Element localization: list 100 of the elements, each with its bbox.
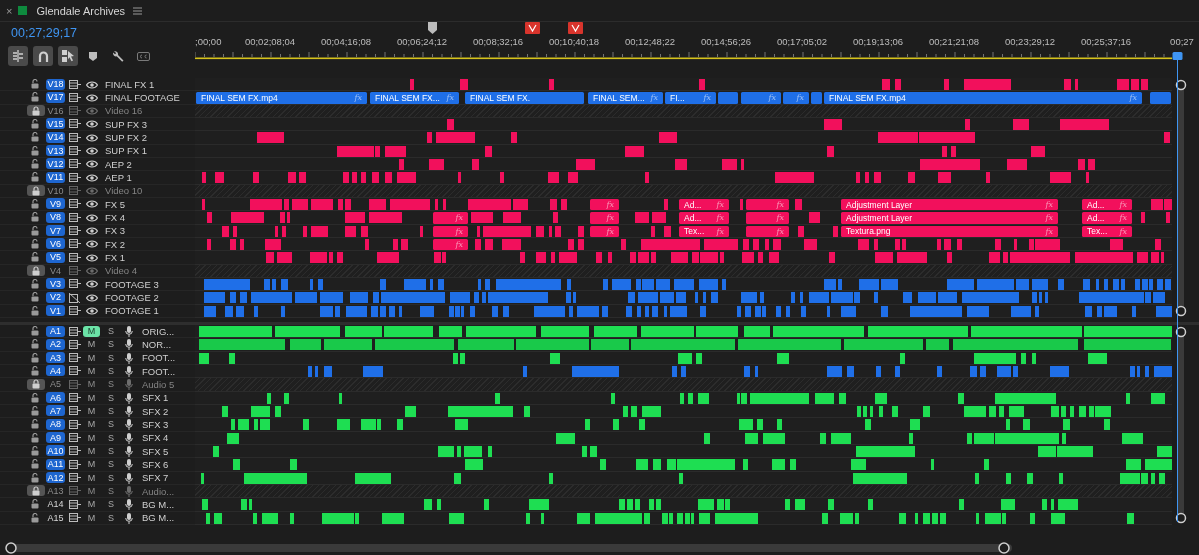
clip[interactable]: FINAL SEM FX. [465, 92, 584, 104]
track-target-button[interactable]: A8 [46, 418, 65, 430]
mute-button[interactable]: M [83, 338, 100, 350]
playhead-timecode[interactable]: 00;27;29;17 [0, 22, 195, 41]
track-output-icon[interactable] [69, 513, 81, 523]
track-output-icon[interactable] [69, 226, 81, 236]
clip[interactable]: FI... fx [665, 92, 716, 104]
lock-button[interactable] [27, 105, 45, 117]
microphone-icon[interactable] [125, 366, 133, 377]
toolbar-button[interactable] [58, 46, 78, 66]
track-output-icon[interactable] [69, 486, 81, 496]
track-output-icon[interactable] [69, 159, 81, 169]
track-output-icon[interactable] [69, 459, 81, 469]
track-target-button[interactable]: V4 [46, 265, 65, 277]
track-output-icon[interactable] [69, 146, 81, 156]
solo-button[interactable]: S [108, 512, 114, 523]
microphone-icon[interactable] [125, 339, 133, 351]
track-output-icon[interactable] [69, 393, 81, 403]
lock-icon[interactable] [31, 445, 39, 456]
track-target-button[interactable]: V10 [46, 185, 65, 197]
lock-icon[interactable] [31, 326, 39, 336]
lock-icon[interactable] [31, 79, 39, 89]
lock-icon[interactable] [31, 225, 39, 236]
lock-button[interactable] [27, 265, 45, 277]
track-output-icon[interactable] [69, 92, 81, 102]
marker-icon[interactable] [525, 22, 540, 34]
eye-icon[interactable] [86, 227, 98, 236]
solo-button[interactable]: S [108, 352, 114, 363]
eye-icon[interactable] [86, 200, 98, 209]
track-target-button[interactable]: V12 [46, 158, 65, 170]
marker-icon[interactable] [428, 22, 437, 34]
track-output-icon[interactable] [69, 199, 81, 209]
lock-icon[interactable] [31, 419, 39, 430]
mute-button[interactable]: M [83, 512, 100, 524]
mute-button[interactable]: M [83, 472, 100, 484]
eye-icon[interactable] [86, 173, 98, 182]
track-output-icon[interactable] [69, 132, 81, 142]
clip[interactable]: Tex... fx [679, 225, 729, 237]
solo-button[interactable]: S [108, 446, 114, 457]
track-output-off-icon[interactable] [69, 292, 81, 303]
close-button[interactable]: × [6, 4, 13, 17]
microphone-icon[interactable] [125, 419, 133, 431]
track-target-button[interactable]: V14 [46, 131, 65, 143]
track-target-button[interactable]: A3 [46, 352, 65, 364]
lock-icon[interactable] [31, 432, 39, 443]
clip[interactable]: Adjustment Layer fx [841, 212, 1058, 224]
lock-icon[interactable] [31, 292, 39, 303]
lock-icon[interactable] [31, 512, 39, 523]
track-target-button[interactable]: V6 [46, 238, 65, 250]
track-target-button[interactable]: V13 [46, 145, 65, 157]
lock-icon[interactable] [31, 252, 39, 263]
lock-icon[interactable] [31, 405, 39, 416]
clip[interactable]: Tex... fx [1082, 225, 1132, 237]
solo-button[interactable]: S [108, 432, 114, 443]
eye-icon[interactable] [86, 93, 98, 102]
clip[interactable]: FINAL SEM... fx [588, 92, 663, 104]
solo-button[interactable]: S [108, 486, 114, 497]
solo-button[interactable]: S [108, 392, 114, 403]
mute-button[interactable]: M [83, 432, 100, 444]
lock-icon[interactable] [31, 305, 39, 316]
lock-icon[interactable] [31, 238, 39, 249]
track-output-icon[interactable] [69, 266, 81, 276]
track-output-icon[interactable] [69, 419, 81, 429]
lock-icon[interactable] [31, 145, 39, 156]
clip[interactable]: Ad... fx [679, 212, 729, 224]
clip[interactable]: FINAL SEM FX.mp4 fx [824, 92, 1142, 104]
lock-icon[interactable] [31, 392, 39, 403]
clip[interactable] [811, 92, 822, 104]
lock-icon[interactable] [31, 132, 39, 143]
track-output-icon[interactable] [69, 239, 81, 249]
lock-button[interactable] [27, 485, 45, 497]
eye-icon[interactable] [86, 213, 98, 222]
track-output-icon[interactable] [69, 119, 81, 129]
toolbar-button[interactable] [8, 46, 28, 66]
clip[interactable]: Ad... fx [679, 198, 729, 211]
solo-button[interactable]: S [108, 366, 114, 377]
marker-icon[interactable] [568, 22, 583, 34]
track-output-icon[interactable] [69, 433, 81, 443]
mute-button[interactable]: M [83, 498, 100, 510]
track-target-button[interactable]: V17 [46, 91, 65, 103]
track-output-icon[interactable] [69, 339, 81, 349]
track-target-button[interactable]: A5 [46, 378, 65, 390]
horizontal-scrollbar[interactable] [4, 541, 1014, 555]
track-output-icon[interactable] [69, 379, 81, 389]
mute-button[interactable]: M [83, 365, 100, 377]
eye-icon[interactable] [86, 133, 98, 142]
microphone-icon[interactable] [125, 512, 133, 524]
track-target-button[interactable]: A2 [46, 338, 65, 350]
track-output-icon[interactable] [69, 172, 81, 182]
track-output-icon[interactable] [69, 279, 81, 289]
eye-icon[interactable] [86, 293, 98, 302]
clip[interactable]: FINAL SEM FX... fx [370, 92, 459, 104]
track-target-button[interactable]: V11 [46, 171, 65, 183]
mute-button[interactable]: M [83, 392, 100, 404]
track-target-button[interactable]: A13 [46, 485, 65, 497]
microphone-icon[interactable] [125, 392, 133, 404]
lock-button[interactable] [27, 185, 45, 197]
eye-icon[interactable] [86, 280, 98, 289]
solo-button[interactable]: S [108, 499, 114, 510]
track-target-button[interactable]: A11 [46, 458, 65, 470]
